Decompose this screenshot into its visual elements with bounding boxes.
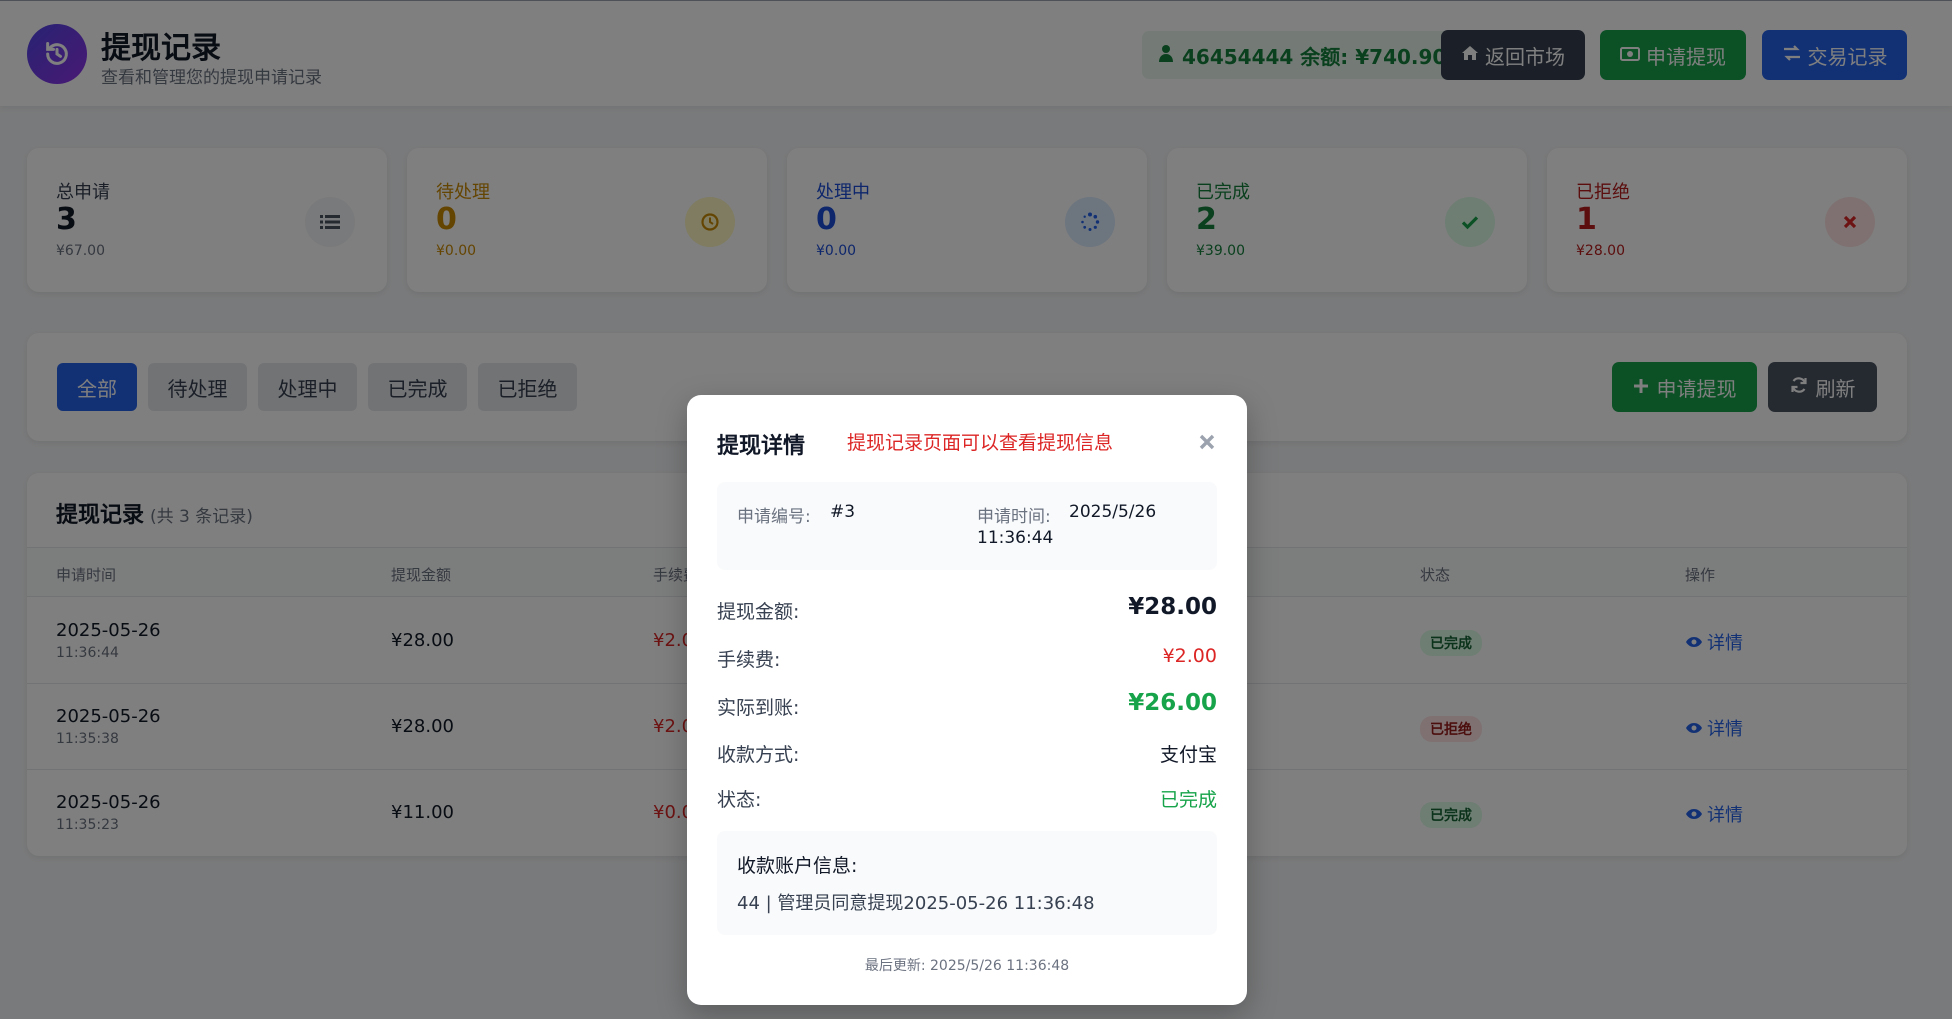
request-id: #3 xyxy=(830,502,856,522)
modal-status: 已完成 xyxy=(1159,789,1217,811)
last-updated: 最后更新: 2025/5/26 11:36:48 xyxy=(864,958,1070,974)
modal-title: 提现详情 xyxy=(717,434,806,459)
account-info: 44 | 管理员同意提现2025-05-26 11:36:48 xyxy=(737,893,1095,914)
modal-note: 提现记录页面可以查看提现信息 xyxy=(847,432,1114,454)
close-icon[interactable] xyxy=(1193,428,1221,456)
account-info-box: 收款账户信息: 44 | 管理员同意提现2025-05-26 11:36:48 xyxy=(717,831,1217,935)
withdraw-amount: ¥28.00 xyxy=(1128,594,1217,620)
request-date: 2025/5/26 xyxy=(1069,502,1157,522)
modal-info-box: 申请编号: #3 申请时间: 2025/5/26 11:36:44 xyxy=(717,482,1217,570)
payment-method: 支付宝 xyxy=(1159,744,1217,766)
withdraw-detail-modal: 提现详情 提现记录页面可以查看提现信息 申请编号: #3 申请时间: 2025/… xyxy=(687,395,1247,1005)
actual-amount: ¥26.00 xyxy=(1128,690,1217,716)
fee-amount: ¥2.00 xyxy=(1162,645,1217,667)
request-time: 11:36:44 xyxy=(977,528,1054,548)
